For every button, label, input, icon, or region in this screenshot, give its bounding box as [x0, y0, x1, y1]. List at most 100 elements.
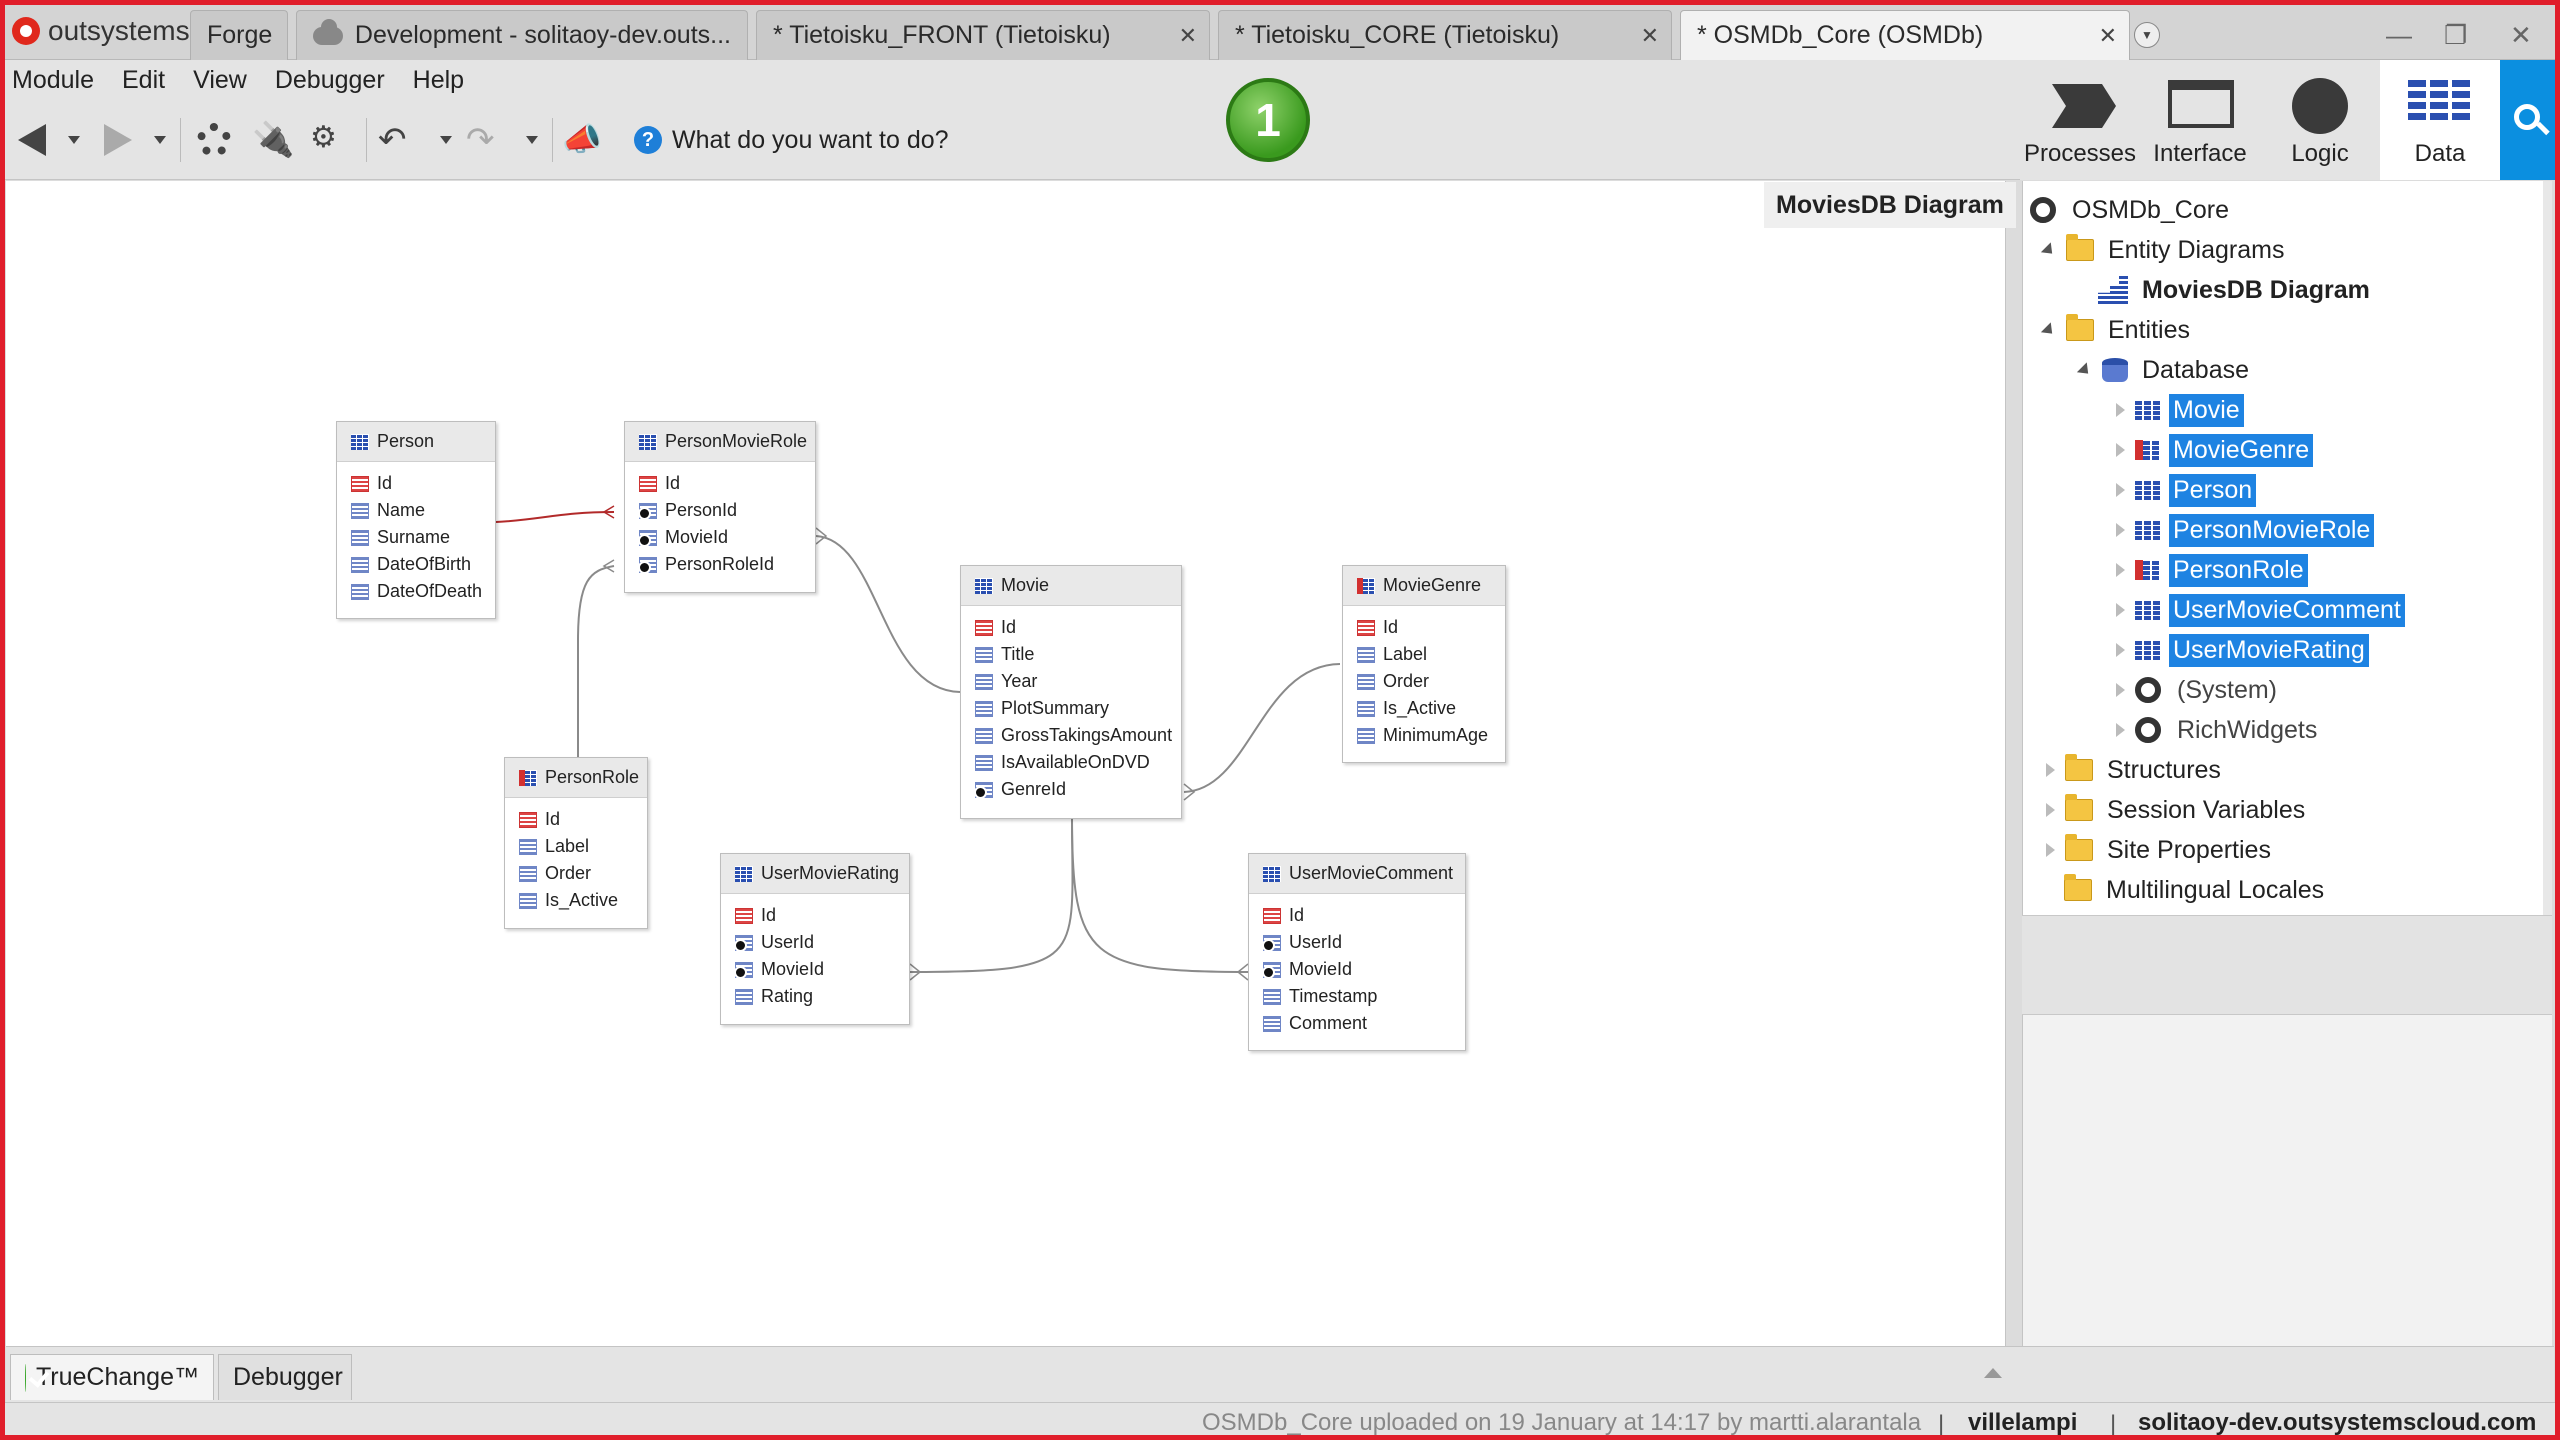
entity-attribute[interactable]: UserId: [734, 929, 909, 956]
search-button[interactable]: [2500, 60, 2560, 180]
entity-attribute[interactable]: Label: [519, 833, 647, 860]
tab-debugger[interactable]: Debugger: [218, 1354, 352, 1400]
tree-item-entities[interactable]: Entities: [2040, 313, 2194, 347]
entity-attribute[interactable]: Year: [975, 668, 1181, 695]
layer-tab-logic[interactable]: Logic: [2260, 60, 2380, 180]
entity-attribute[interactable]: Id: [1357, 614, 1505, 641]
entity-attribute[interactable]: MinimumAge: [1357, 722, 1505, 749]
tree-item-entity-usermoviecomment[interactable]: UserMovieComment: [2116, 593, 2405, 627]
tab-list-dropdown-icon[interactable]: ▼: [2134, 22, 2160, 48]
tree-item-entity-moviegenre[interactable]: MovieGenre: [2116, 433, 2314, 467]
entity-attribute[interactable]: MovieId: [638, 524, 815, 551]
entity-attribute[interactable]: PlotSummary: [975, 695, 1181, 722]
tree-item-richwidgets[interactable]: RichWidgets: [2116, 713, 2321, 747]
entity-usermovierating[interactable]: UserMovieRating Id UserId MovieId Rating: [720, 853, 910, 1025]
tree-item-system[interactable]: (System): [2116, 673, 2281, 707]
restore-icon[interactable]: ❐: [2444, 20, 2467, 51]
tree-item-entity-movie[interactable]: Movie: [2116, 393, 2244, 427]
entity-attribute[interactable]: DateOfDeath: [351, 578, 495, 605]
forward-icon[interactable]: [96, 120, 136, 160]
close-icon[interactable]: ✕: [1179, 23, 1197, 49]
tree-item-moviesdb-diagram[interactable]: MoviesDB Diagram: [2098, 273, 2374, 307]
redo-icon[interactable]: ↷: [466, 120, 506, 160]
expand-icon[interactable]: [2116, 723, 2125, 737]
entity-attribute[interactable]: Title: [975, 641, 1181, 668]
tab-development-environment[interactable]: Development - solitaoy-dev.outs...: [296, 10, 748, 60]
entity-attribute[interactable]: Order: [519, 860, 647, 887]
expand-icon[interactable]: [2116, 443, 2125, 457]
layer-tab-processes[interactable]: Processes: [2020, 60, 2140, 180]
entity-attribute[interactable]: Is_Active: [519, 887, 647, 914]
entity-attribute[interactable]: Is_Active: [1357, 695, 1505, 722]
help-search-prompt[interactable]: What do you want to do?: [672, 126, 949, 155]
undo-dropdown-icon[interactable]: [440, 136, 452, 144]
manage-dependencies-icon[interactable]: ⚙: [310, 120, 350, 160]
settings-gear-icon[interactable]: [194, 120, 234, 160]
expand-icon[interactable]: [2046, 803, 2055, 817]
entity-attribute[interactable]: Label: [1357, 641, 1505, 668]
tree-item-module-root[interactable]: OSMDb_Core: [2030, 193, 2233, 227]
tab-tietoisku-core[interactable]: * Tietoisku_CORE (Tietoisku) ✕: [1218, 10, 1672, 60]
tree-item-multilingual-locales[interactable]: Multilingual Locales: [2064, 873, 2328, 907]
entity-movie[interactable]: Movie Id Title Year PlotSummary GrossTak…: [960, 565, 1182, 819]
tab-truechange[interactable]: TrueChange™: [10, 1354, 214, 1400]
entity-usermoviecomment[interactable]: UserMovieComment Id UserId MovieId Times…: [1248, 853, 1466, 1051]
server-name[interactable]: solitaoy-dev.outsystemscloud.com: [2138, 1409, 2536, 1437]
tree-scrollbar[interactable]: [2543, 181, 2552, 915]
tree-item-site-properties[interactable]: Site Properties: [2046, 833, 2275, 867]
close-icon[interactable]: ✕: [2099, 23, 2117, 49]
tab-osmdb-core[interactable]: * OSMDb_Core (OSMDb) ✕: [1680, 10, 2130, 60]
layer-tab-data[interactable]: Data: [2380, 60, 2500, 180]
expand-icon[interactable]: [2116, 643, 2125, 657]
back-dropdown-icon[interactable]: [68, 136, 80, 144]
undo-icon[interactable]: ↶: [378, 120, 418, 160]
entity-attribute[interactable]: Id: [351, 470, 495, 497]
close-icon[interactable]: ✕: [1641, 23, 1659, 49]
menu-edit[interactable]: Edit: [122, 66, 165, 95]
tree-item-entity-person[interactable]: Person: [2116, 473, 2257, 507]
expand-icon[interactable]: [2046, 763, 2055, 777]
tab-forge[interactable]: Forge: [190, 10, 288, 60]
tree-item-entity-diagrams[interactable]: Entity Diagrams: [2040, 233, 2288, 267]
layer-tab-interface[interactable]: Interface: [2140, 60, 2260, 180]
expand-icon[interactable]: [2116, 523, 2125, 537]
entity-attribute[interactable]: DateOfBirth: [351, 551, 495, 578]
expand-icon[interactable]: [2116, 683, 2125, 697]
entity-attribute[interactable]: Name: [351, 497, 495, 524]
redo-dropdown-icon[interactable]: [526, 136, 538, 144]
expand-panel-icon[interactable]: [1984, 1368, 2002, 1378]
forward-dropdown-icon[interactable]: [154, 136, 166, 144]
entity-attribute[interactable]: Id: [1263, 902, 1465, 929]
expand-icon[interactable]: [2040, 321, 2058, 339]
entity-attribute[interactable]: Order: [1357, 668, 1505, 695]
entity-attribute[interactable]: Comment: [1263, 1010, 1465, 1037]
back-icon[interactable]: [14, 120, 54, 160]
expand-icon[interactable]: [2076, 361, 2094, 379]
entity-attribute[interactable]: UserId: [1262, 929, 1465, 956]
publish-counter-badge[interactable]: 1: [1226, 78, 1310, 162]
menu-view[interactable]: View: [193, 66, 247, 95]
entity-attribute[interactable]: PersonRoleId: [638, 551, 815, 578]
expand-icon[interactable]: [2040, 241, 2058, 259]
tab-tietoisku-front[interactable]: * Tietoisku_FRONT (Tietoisku) ✕: [756, 10, 1210, 60]
tree-item-session-variables[interactable]: Session Variables: [2046, 793, 2309, 827]
logged-user[interactable]: villelampi: [1968, 1409, 2077, 1437]
entity-attribute[interactable]: Id: [735, 902, 909, 929]
entity-attribute[interactable]: Id: [519, 806, 647, 833]
entity-attribute[interactable]: GrossTakingsAmount: [975, 722, 1181, 749]
tree-item-entity-usermovierating[interactable]: UserMovieRating: [2116, 633, 2369, 667]
menu-help[interactable]: Help: [413, 66, 464, 95]
entity-attribute[interactable]: Rating: [735, 983, 909, 1010]
close-window-icon[interactable]: ✕: [2510, 20, 2532, 51]
expand-icon[interactable]: [2116, 563, 2125, 577]
expand-icon[interactable]: [2116, 403, 2125, 417]
entity-attribute[interactable]: Surname: [351, 524, 495, 551]
tree-item-structures[interactable]: Structures: [2046, 753, 2225, 787]
entity-personmovierole[interactable]: PersonMovieRole Id PersonId MovieId Pers…: [624, 421, 816, 593]
expand-icon[interactable]: [2116, 483, 2125, 497]
menu-debugger[interactable]: Debugger: [275, 66, 385, 95]
tree-item-entity-personmovierole[interactable]: PersonMovieRole: [2116, 513, 2375, 547]
publish-icon[interactable]: 📣: [562, 120, 602, 160]
entity-attribute[interactable]: MovieId: [734, 956, 909, 983]
outsystems-logo[interactable]: outsystems: [12, 14, 190, 48]
